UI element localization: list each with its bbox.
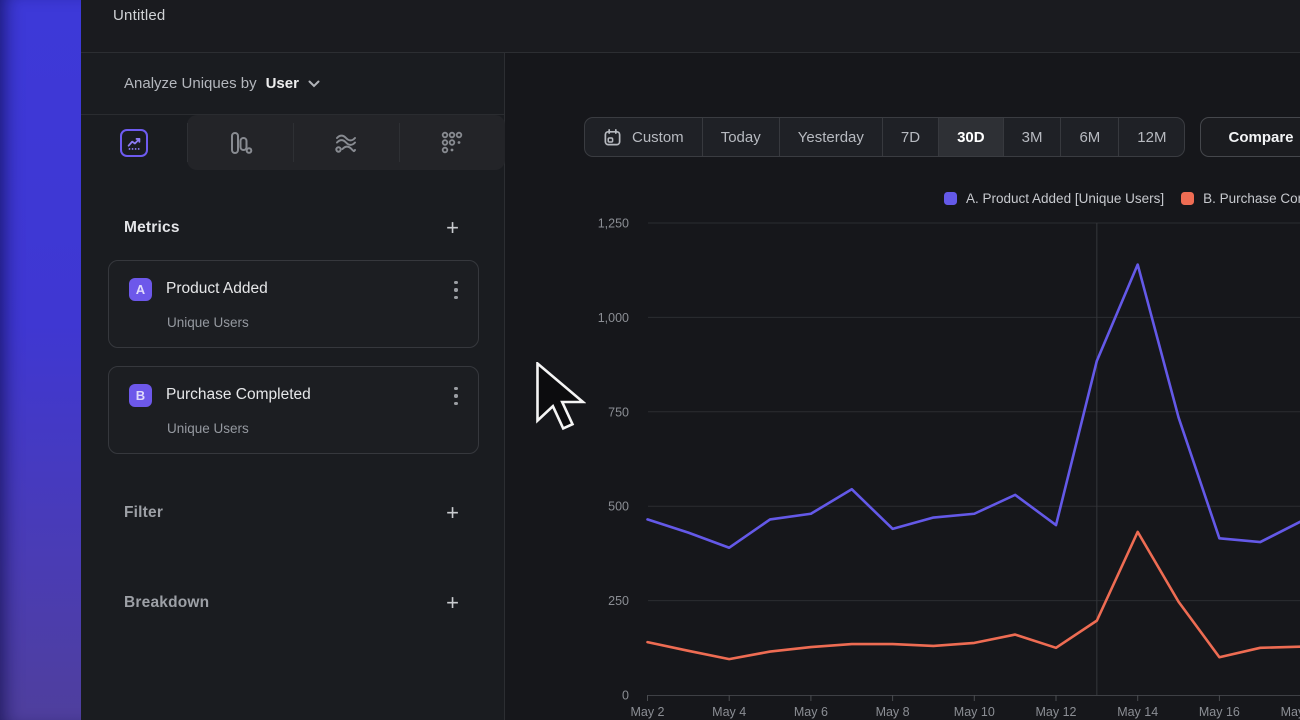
legend-item-b[interactable]: B. Purchase Completed [Unique Users] <box>1181 191 1300 206</box>
chevron-down-icon[interactable] <box>308 80 320 88</box>
date-range-toolbar: Custom Today Yesterday 7D 30D 3M 6M 12M … <box>584 117 1300 157</box>
add-filter-button[interactable]: + <box>446 504 459 522</box>
date-range-segmented-control: Custom Today Yesterday 7D 30D 3M 6M 12M <box>584 117 1185 157</box>
legend-label-b: B. Purchase Completed [Unique Users] <box>1203 191 1300 206</box>
range-yesterday-button[interactable]: Yesterday <box>779 118 882 156</box>
range-7d-button[interactable]: 7D <box>882 118 938 156</box>
calendar-icon <box>603 128 622 147</box>
filter-header: Filter + <box>124 503 459 523</box>
compare-button[interactable]: Compare <box>1200 117 1300 157</box>
chart-legend: A. Product Added [Unique Users] B. Purch… <box>944 191 1300 206</box>
dot-grid-icon <box>439 130 465 156</box>
range-custom-button[interactable]: Custom <box>585 118 702 156</box>
chart-type-tabs <box>81 115 505 170</box>
range-30d-button[interactable]: 30D <box>938 118 1003 156</box>
range-3m-button[interactable]: 3M <box>1003 118 1061 156</box>
kebab-vertical-icon[interactable] <box>448 279 464 301</box>
range-12m-button[interactable]: 12M <box>1118 118 1184 156</box>
tab-bar-chart[interactable] <box>187 115 293 170</box>
add-metric-button[interactable]: + <box>446 219 459 237</box>
bar-chart-icon <box>227 130 253 156</box>
line-chart-icon <box>120 129 148 157</box>
metric-badge: A <box>129 278 152 301</box>
metric-title[interactable]: Product Added <box>166 280 268 298</box>
tab-flow[interactable] <box>293 115 399 170</box>
range-today-button[interactable]: Today <box>702 118 779 156</box>
metric-badge: B <box>129 384 152 407</box>
analyze-value-dropdown[interactable]: User <box>266 75 299 92</box>
breakdown-label: Breakdown <box>124 594 209 612</box>
legend-swatch-a <box>944 192 957 205</box>
metrics-header: Metrics + <box>124 218 459 238</box>
query-sidebar: Analyze Uniques by User <box>81 53 505 720</box>
analyze-label: Analyze Uniques by <box>124 75 257 92</box>
filter-label: Filter <box>124 504 163 522</box>
add-breakdown-button[interactable]: + <box>446 594 459 612</box>
range-6m-button[interactable]: 6M <box>1060 118 1118 156</box>
kebab-vertical-icon[interactable] <box>448 385 464 407</box>
metric-measurement[interactable]: Unique Users <box>167 315 249 330</box>
metric-card-b[interactable]: B Purchase Completed Unique Users <box>108 366 479 454</box>
report-title[interactable]: Untitled <box>113 7 165 24</box>
metrics-label: Metrics <box>124 219 180 237</box>
legend-item-a[interactable]: A. Product Added [Unique Users] <box>944 191 1164 206</box>
flow-icon <box>333 130 359 156</box>
analytics-app: { "header": { "title": "Untitled" }, "si… <box>0 0 1300 720</box>
top-header: Untitled <box>81 0 1300 53</box>
tab-line-chart[interactable] <box>81 115 187 170</box>
tab-dot-grid[interactable] <box>399 115 505 170</box>
metric-title[interactable]: Purchase Completed <box>166 386 311 404</box>
metric-measurement[interactable]: Unique Users <box>167 421 249 436</box>
breakdown-header: Breakdown + <box>124 593 459 613</box>
legend-swatch-b <box>1181 192 1194 205</box>
nav-rail <box>0 0 81 720</box>
chart-panel: Custom Today Yesterday 7D 30D 3M 6M 12M … <box>505 53 1300 720</box>
analyze-row: Analyze Uniques by User <box>81 53 504 115</box>
metric-card-a[interactable]: A Product Added Unique Users <box>108 260 479 348</box>
legend-label-a: A. Product Added [Unique Users] <box>966 191 1164 206</box>
